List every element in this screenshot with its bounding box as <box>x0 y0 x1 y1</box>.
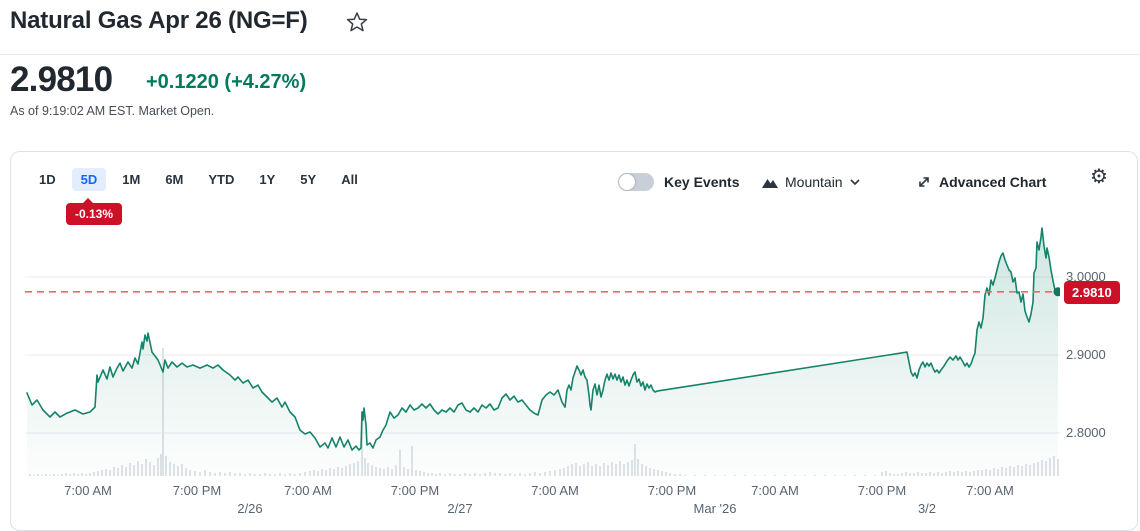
expand-arrow-icon <box>919 177 929 187</box>
toggle-knob <box>619 174 635 190</box>
key-events-toggle[interactable] <box>618 173 654 191</box>
price-series <box>26 227 1059 476</box>
watchlist-star-icon[interactable] <box>346 11 370 35</box>
price-chart[interactable] <box>25 225 1060 477</box>
x-axis-time-label: 7:00 AM <box>966 483 1014 498</box>
key-events-control: Key Events <box>618 170 739 194</box>
y-axis-label: 2.9000 <box>1066 347 1106 363</box>
x-axis-time-label: 7:00 AM <box>531 483 579 498</box>
advanced-chart-label: Advanced Chart <box>939 174 1047 190</box>
quote-change: +0.1220 (+4.27%) <box>146 71 307 93</box>
header-divider <box>0 54 1140 55</box>
chart-type-dropdown[interactable]: Mountain <box>762 170 860 194</box>
x-axis-time-label: 7:00 PM <box>647 483 697 498</box>
x-axis-date-label: Mar '26 <box>693 501 737 516</box>
quote-timestamp: As of 9:19:02 AM EST. Market Open. <box>10 104 215 118</box>
x-axis-time-label: 7:00 AM <box>64 483 112 498</box>
x-axis-date-label: 3/2 <box>917 501 937 516</box>
mountain-icon <box>762 179 778 188</box>
range-button-1m[interactable]: 1M <box>113 168 149 191</box>
range-button-ytd[interactable]: YTD <box>199 168 243 191</box>
chart-settings-gear-icon[interactable]: ⚙ <box>1090 167 1108 187</box>
chart-type-label: Mountain <box>785 174 843 190</box>
page-title: Natural Gas Apr 26 (NG=F) <box>10 7 308 34</box>
range-change-badge: -0.13% <box>66 198 123 225</box>
x-axis-time-label: 7:00 PM <box>390 483 440 498</box>
x-axis-date-label: 2/27 <box>447 501 473 516</box>
range-button-5d[interactable]: 5D <box>71 168 107 191</box>
chevron-down-icon <box>850 179 860 185</box>
range-button-6m[interactable]: 6M <box>156 168 192 191</box>
x-axis-time-label: 7:00 PM <box>172 483 222 498</box>
quote-price: 2.9810 <box>10 60 113 99</box>
current-price-marker <box>25 287 1060 297</box>
current-price-badge: 2.9810 <box>1064 281 1120 304</box>
range-button-5y[interactable]: 5Y <box>291 168 325 191</box>
range-button-all[interactable]: All <box>332 168 367 191</box>
x-axis-time-label: 7:00 AM <box>284 483 332 498</box>
x-axis-time-label: 7:00 AM <box>751 483 799 498</box>
advanced-chart-button[interactable]: Advanced Chart <box>917 170 1046 194</box>
x-axis-time-label: 7:00 PM <box>857 483 907 498</box>
x-axis-date-label: 2/26 <box>237 501 263 516</box>
range-selector: 1D 5D 1M 6M YTD 1Y 5Y All <box>30 168 367 191</box>
range-button-1d[interactable]: 1D <box>30 168 65 191</box>
range-button-1y[interactable]: 1Y <box>250 168 284 191</box>
key-events-label: Key Events <box>664 174 740 190</box>
y-axis-label: 2.8000 <box>1066 425 1106 441</box>
